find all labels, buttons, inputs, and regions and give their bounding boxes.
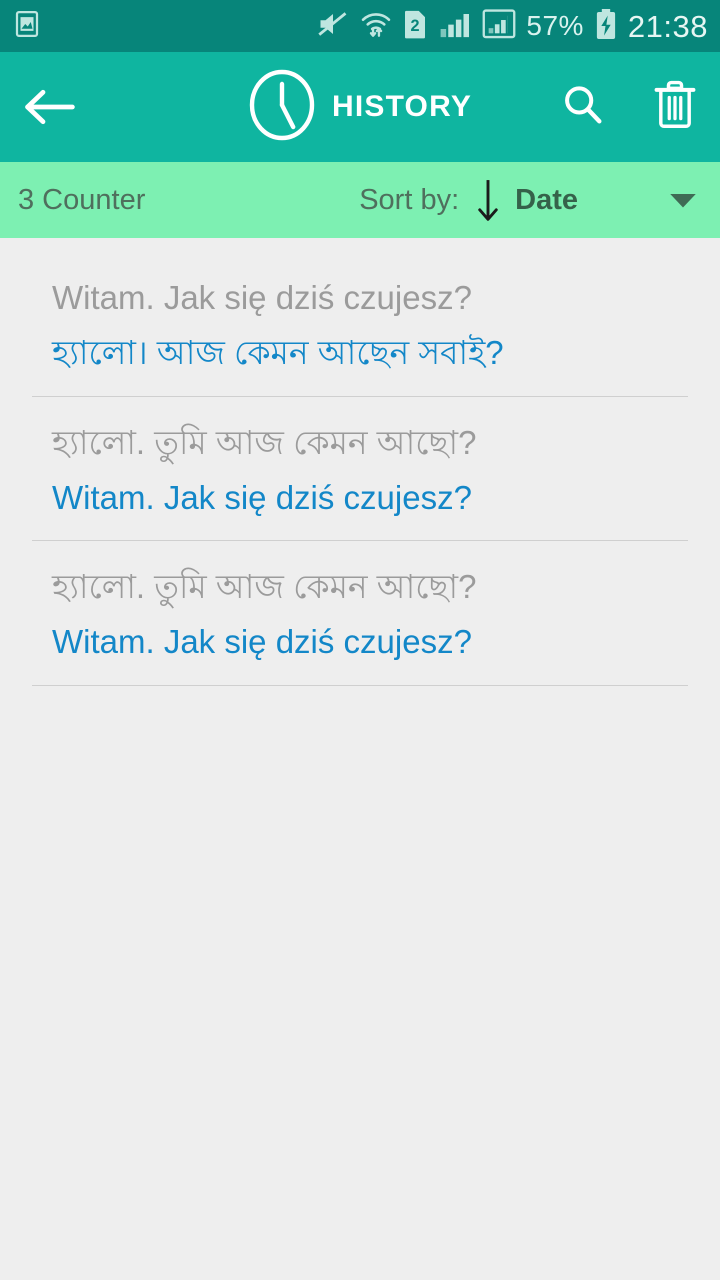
signal-bars-boxed-icon: [482, 8, 516, 44]
sort-direction-descending-icon[interactable]: [475, 177, 501, 223]
history-target-text: Witam. Jak się dziś czujesz?: [52, 623, 472, 661]
clock-icon: [248, 68, 316, 147]
gallery-image-icon: [12, 9, 42, 44]
sort-selector[interactable]: Sort by: Date: [359, 177, 702, 223]
page-title: HISTORY: [331, 90, 473, 123]
history-list-item[interactable]: Witam. Jak się dziś czujesz? হ্যালো। আজ …: [0, 252, 720, 396]
svg-text:2: 2: [411, 17, 420, 35]
sort-by-label: Sort by:: [359, 183, 460, 216]
status-bar: 2 57% 21:38: [0, 0, 720, 52]
back-button[interactable]: [22, 87, 92, 127]
sort-bar: 3 Counter Sort by: Date: [0, 162, 720, 238]
history-source-text: Witam. Jak się dziś czujesz?: [52, 279, 472, 316]
delete-all-button[interactable]: [652, 79, 698, 136]
history-target-text: Witam. Jak się dziś czujesz?: [52, 478, 472, 516]
battery-charging-icon: [594, 8, 618, 45]
mute-icon: [316, 9, 350, 44]
list-divider: [32, 684, 688, 686]
app-screen: 2 57% 21:38 HISTORY 3 Counter Sort by: D…: [0, 0, 720, 1280]
app-bar: HISTORY: [0, 52, 720, 162]
back-arrow-icon: [25, 89, 75, 125]
history-source-text: হ্যালো. তুমি আজ কেমন আছো?: [52, 423, 477, 461]
history-list-item[interactable]: হ্যালো. তুমি আজ কেমন আছো? Witam. Jak się…: [0, 541, 720, 685]
history-list-item[interactable]: হ্যালো. তুমি আজ কেমন আছো? Witam. Jak się…: [0, 397, 720, 541]
sim2-icon: 2: [402, 9, 428, 44]
history-list[interactable]: Witam. Jak się dziś czujesz? হ্যালো। আজ …: [0, 238, 720, 686]
history-target-text: হ্যালো। আজ কেমন আছেন সবাই?: [52, 334, 504, 372]
sort-value-label[interactable]: Date: [515, 184, 578, 217]
status-bar-right-icons: 2 57% 21:38: [316, 8, 708, 45]
search-icon: [565, 85, 602, 123]
clock-time-label: 21:38: [627, 8, 708, 44]
history-counter-label: 3 Counter: [18, 183, 146, 216]
history-source-text: হ্যালো. তুমি আজ কেমন আছো?: [52, 568, 477, 605]
signal-bars-icon: [438, 9, 472, 44]
search-button[interactable]: [560, 82, 606, 133]
battery-percent-label: 57%: [526, 10, 584, 41]
chevron-down-icon[interactable]: [668, 191, 698, 209]
wifi-transfer-icon: [360, 9, 392, 44]
app-bar-actions: [560, 79, 698, 136]
trash-icon: [654, 80, 696, 128]
status-bar-left-icons: [12, 9, 42, 44]
